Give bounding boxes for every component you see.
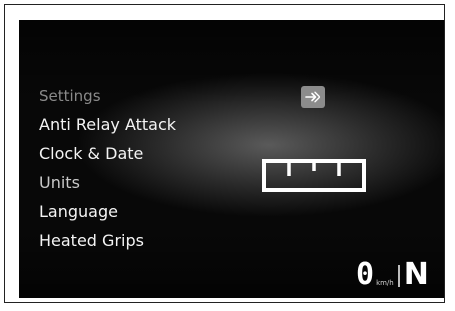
speed-unit: km/h	[376, 279, 394, 287]
speed-value: 0	[356, 257, 375, 292]
gear-indicator: N	[403, 257, 429, 292]
menu-item-clock-date[interactable]: Clock & Date	[39, 144, 176, 164]
menu-item-language[interactable]: Language	[39, 202, 176, 222]
page-frame: Settings Anti Relay Attack Clock & Date …	[4, 4, 445, 303]
enter-arrow-glyph	[305, 91, 321, 103]
menu-item-heated-grips[interactable]: Heated Grips	[39, 231, 176, 251]
menu-header: Settings	[39, 87, 101, 105]
dashboard-display: Settings Anti Relay Attack Clock & Date …	[19, 20, 444, 298]
enter-arrow-icon[interactable]	[301, 86, 325, 108]
gear-separator	[397, 265, 400, 287]
menu-item-anti-relay-attack[interactable]: Anti Relay Attack	[39, 115, 176, 135]
ruler-icon	[261, 158, 367, 194]
settings-menu: Settings Anti Relay Attack Clock & Date …	[39, 86, 176, 260]
speed-gear-readout: 0 km/h N	[356, 260, 429, 290]
menu-item-units[interactable]: Units	[39, 173, 176, 193]
